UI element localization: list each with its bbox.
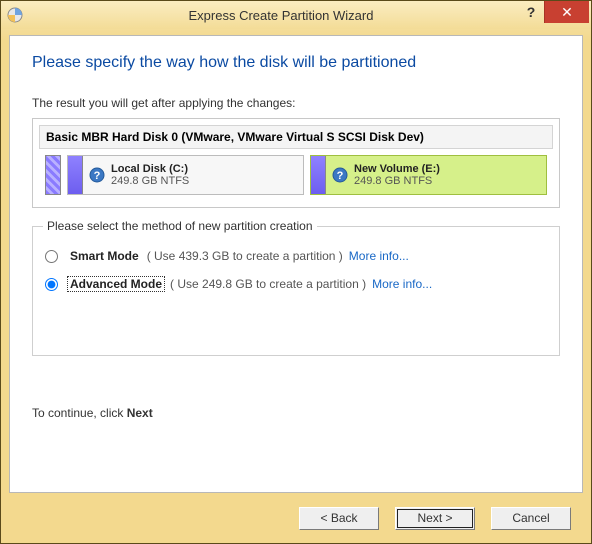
page-heading: Please specify the way how the disk will… [32, 54, 560, 72]
mode-advanced[interactable]: Advanced Mode ( Use 249.8 GB to create a… [45, 277, 547, 291]
disk-header: Basic MBR Hard Disk 0 (VMware, VMware Vi… [39, 125, 553, 149]
titlebar-buttons: ? ✕ [518, 1, 589, 23]
volume-e-usage-bar [311, 156, 326, 194]
volume-c-usage-bar [68, 156, 83, 194]
continue-bold: Next [127, 406, 153, 420]
volume-e-name: New Volume (E:) [354, 163, 440, 175]
volume-e-size: 249.8 GB NTFS [354, 175, 440, 187]
close-button[interactable]: ✕ [544, 1, 589, 23]
disk-icon: ? [332, 167, 348, 183]
titlebar: Express Create Partition Wizard ? ✕ [1, 1, 591, 29]
next-button[interactable]: Next > [395, 507, 475, 530]
mode-smart[interactable]: Smart Mode ( Use 439.3 GB to create a pa… [45, 249, 547, 263]
svg-text:?: ? [337, 170, 344, 182]
volume-c-size: 249.8 GB NTFS [111, 175, 189, 187]
cancel-button-label: Cancel [512, 511, 549, 525]
volume-c-text: Local Disk (C:) 249.8 GB NTFS [111, 163, 189, 187]
mode-smart-label: Smart Mode [68, 249, 141, 263]
volume-e-text: New Volume (E:) 249.8 GB NTFS [354, 163, 440, 187]
window-title: Express Create Partition Wizard [31, 8, 531, 23]
disk-body: ? Local Disk (C:) 249.8 GB NTFS [39, 149, 553, 201]
mode-advanced-radio[interactable] [45, 278, 58, 291]
group-title: Please select the method of new partitio… [43, 219, 317, 233]
method-group: Please select the method of new partitio… [32, 226, 560, 356]
client-area: Please specify the way how the disk will… [9, 35, 583, 493]
reserved-slot [45, 155, 61, 195]
cancel-button[interactable]: Cancel [491, 507, 571, 530]
mode-smart-desc: ( Use 439.3 GB to create a partition ) [147, 249, 343, 263]
svg-text:?: ? [94, 170, 101, 182]
back-button-label: < Back [320, 511, 357, 525]
continue-hint: To continue, click Next [32, 406, 560, 420]
mode-smart-more-link[interactable]: More info... [349, 249, 409, 263]
mode-advanced-label: Advanced Mode [68, 277, 164, 291]
app-icon [7, 7, 23, 23]
mode-advanced-more-link[interactable]: More info... [372, 277, 432, 291]
continue-prefix: To continue, click [32, 406, 127, 420]
disk-header-text: Basic MBR Hard Disk 0 (VMware, VMware Vi… [46, 130, 424, 144]
volume-e[interactable]: ? New Volume (E:) 249.8 GB NTFS [310, 155, 547, 195]
mode-smart-radio[interactable] [45, 250, 58, 263]
volume-c-name: Local Disk (C:) [111, 163, 189, 175]
next-button-label: Next > [417, 511, 452, 525]
volume-c[interactable]: ? Local Disk (C:) 249.8 GB NTFS [67, 155, 304, 195]
mode-advanced-desc: ( Use 249.8 GB to create a partition ) [170, 277, 366, 291]
button-bar: < Back Next > Cancel [9, 501, 583, 535]
result-label: The result you will get after applying t… [32, 96, 560, 110]
disk-preview: Basic MBR Hard Disk 0 (VMware, VMware Vi… [32, 118, 560, 208]
disk-icon: ? [89, 167, 105, 183]
back-button[interactable]: < Back [299, 507, 379, 530]
help-button[interactable]: ? [518, 1, 544, 23]
wizard-window: Express Create Partition Wizard ? ✕ Plea… [0, 0, 592, 544]
